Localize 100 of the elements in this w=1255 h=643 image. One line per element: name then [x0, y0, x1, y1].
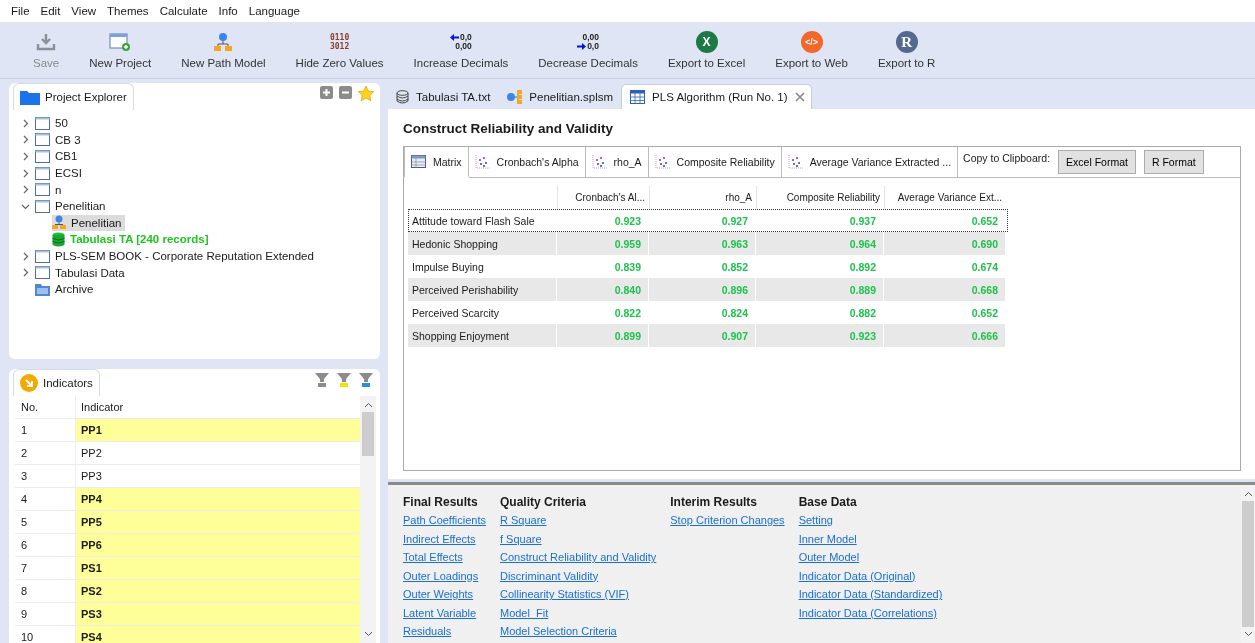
tree-item[interactable]: CB 3: [35, 131, 84, 148]
result-link[interactable]: Stop Criterion Changes: [670, 514, 785, 528]
folder-icon: [20, 89, 40, 105]
result-link[interactable]: Outer Loadings: [403, 569, 486, 583]
expander-icon[interactable]: [21, 251, 30, 261]
scroll-thumb[interactable]: [1242, 501, 1254, 627]
copy-format-button[interactable]: Excel Format: [1058, 150, 1136, 174]
table-cell-text: 8: [20, 584, 29, 599]
toolbar-button[interactable]: R Export to R: [872, 31, 941, 69]
scroll-down-icon[interactable]: [363, 631, 373, 637]
panel-tab[interactable]: Indicators: [13, 369, 100, 396]
editor-tab[interactable]: Penelitian.splsm: [498, 85, 620, 109]
result-link[interactable]: Outer Model: [798, 551, 943, 565]
expand-all-icon[interactable]: [320, 86, 333, 99]
result-link[interactable]: Setting: [798, 514, 943, 528]
tree-item[interactable]: Tabulasi Data: [35, 264, 128, 281]
editor-tab[interactable]: Tabulasi TA.txt: [388, 85, 497, 109]
panel-tab[interactable]: Project Explorer: [13, 83, 134, 110]
menu-item[interactable]: Calculate: [159, 5, 208, 17]
column-header[interactable]: rho_A: [649, 186, 756, 209]
table-cell: 0.899: [557, 324, 649, 347]
toolbar-button[interactable]: 0110 3012 Hide Zero Values: [290, 31, 389, 69]
window-icon: [35, 133, 50, 147]
tree-item[interactable]: Penelitian: [35, 198, 109, 215]
toolbar-button[interactable]: 0,00 0,0 Decrease Decimals: [533, 31, 643, 69]
tree-item[interactable]: PLS-SEM BOOK - Corporate Reputation Extended: [35, 248, 317, 265]
result-link[interactable]: Residuals: [403, 625, 486, 639]
tree-item[interactable]: n: [35, 181, 65, 198]
result-link[interactable]: Latent Variable: [403, 606, 486, 620]
window-icon: [35, 266, 50, 280]
column-header[interactable]: No.: [15, 396, 75, 418]
menu-item[interactable]: Themes: [107, 5, 149, 17]
result-link[interactable]: Discriminant Validity: [499, 569, 657, 583]
result-link[interactable]: Model_Fit: [499, 606, 657, 620]
scroll-up-icon[interactable]: [1243, 491, 1253, 497]
menu-item[interactable]: Language: [248, 5, 300, 17]
expander-icon[interactable]: [21, 268, 30, 278]
result-link[interactable]: Indicator Data (Correlations): [798, 606, 943, 620]
column-header[interactable]: Composite Reliability: [756, 186, 884, 209]
result-link[interactable]: Outer Weights: [403, 588, 486, 602]
filter-icon[interactable]: [314, 372, 330, 388]
view-tab[interactable]: Matrix: [404, 147, 469, 178]
column-header[interactable]: Cronbach's Al...: [557, 186, 649, 209]
result-link[interactable]: Indicator Data (Standardized): [798, 588, 943, 602]
expander-icon[interactable]: [21, 135, 30, 145]
toolbar-button[interactable]: New Path Model: [176, 31, 271, 69]
model-icon: [506, 90, 523, 104]
menu-item[interactable]: Edit: [40, 5, 61, 17]
expander-icon[interactable]: [21, 118, 30, 128]
menu-item[interactable]: View: [71, 5, 97, 17]
result-link[interactable]: Path Coefficients: [403, 514, 486, 528]
collapse-all-icon[interactable]: [339, 86, 352, 99]
result-link[interactable]: Indirect Effects: [403, 532, 486, 546]
scroll-thumb[interactable]: [362, 412, 374, 456]
result-link[interactable]: Collinearity Statistics (VIF): [499, 588, 657, 602]
spreadsheet-icon: X: [695, 31, 718, 53]
section-heading: Base Data: [798, 495, 858, 509]
filter-icon[interactable]: [336, 372, 352, 388]
report-title: Construct Reliability and Validity: [403, 121, 615, 136]
result-link[interactable]: Model Selection Criteria: [499, 625, 657, 639]
column-header[interactable]: Average Variance Ext...: [884, 186, 1006, 209]
expander-icon[interactable]: [21, 168, 30, 178]
row-header: Perceived Perishability: [408, 278, 557, 301]
expander-icon[interactable]: [21, 185, 30, 195]
copy-format-button[interactable]: R Format: [1143, 150, 1204, 174]
table-cell: PS2: [75, 580, 360, 602]
result-link[interactable]: Construct Reliability and Validity: [499, 551, 657, 565]
result-link[interactable]: f Square: [499, 532, 657, 546]
result-link[interactable]: Indicator Data (Original): [798, 569, 943, 583]
table-icon: [411, 155, 426, 168]
tree-item[interactable]: Penelitian: [52, 214, 125, 231]
result-link[interactable]: R Square: [499, 514, 657, 528]
scroll-down-icon[interactable]: [1243, 631, 1253, 637]
window-icon: [35, 183, 50, 197]
filter-icon[interactable]: [358, 372, 374, 388]
menu-item[interactable]: Info: [218, 5, 238, 17]
r-icon: R: [895, 31, 918, 53]
scroll-up-icon[interactable]: [363, 402, 373, 408]
result-link[interactable]: Inner Model: [798, 532, 943, 546]
expander-icon[interactable]: [21, 152, 30, 161]
table-cell-text: 4: [20, 492, 29, 507]
tree-item[interactable]: Archive: [35, 281, 97, 298]
menu-item[interactable]: File: [11, 5, 30, 17]
model-icon: [213, 32, 234, 52]
editor-tab[interactable]: PLS Algorithm (Run No. 1): [621, 84, 812, 109]
toolbar-button[interactable]: New Project: [84, 31, 157, 69]
toolbar-button[interactable]: </> Export to Web: [770, 31, 853, 69]
star-icon[interactable]: [358, 86, 374, 101]
toolbar-button[interactable]: 0,0 0,00 Increase Decimals: [408, 31, 514, 69]
table-cell-text: 5: [20, 515, 29, 530]
result-link[interactable]: Total Effects: [403, 551, 486, 565]
close-icon[interactable]: [794, 92, 805, 102]
tree-item[interactable]: ECSI: [35, 165, 85, 182]
table-cell: PP4: [75, 488, 360, 510]
table-cell: 0.964: [756, 232, 884, 255]
tree-item[interactable]: CB1: [35, 148, 81, 165]
tree-item[interactable]: 50: [35, 115, 71, 132]
scatter-chart-icon: [654, 155, 670, 169]
scrollbar[interactable]: [360, 396, 376, 643]
toolbar-button[interactable]: X Export to Excel: [662, 31, 751, 69]
